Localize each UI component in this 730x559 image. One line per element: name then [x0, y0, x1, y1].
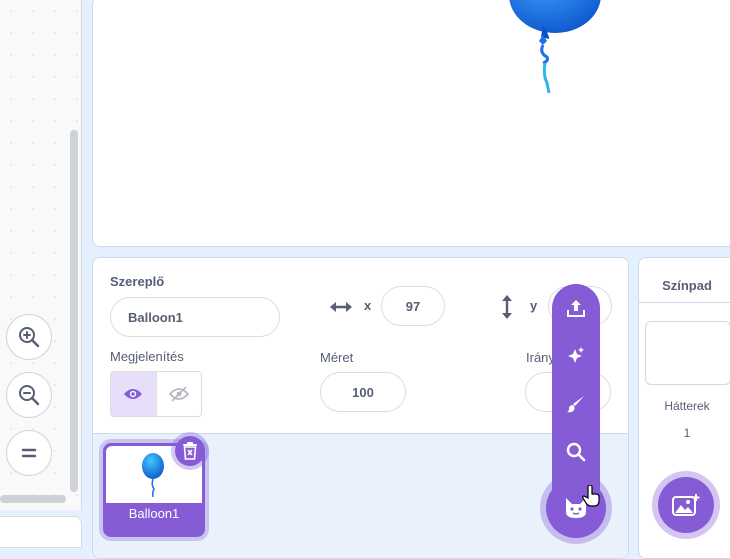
- zoom-out-icon: [19, 385, 40, 406]
- sprite-info-panel: Szereplő Balloon1 x 97 y Megjelenítés Mé…: [93, 258, 628, 434]
- x-label: x: [364, 298, 372, 313]
- horizontal-scrollbar[interactable]: [0, 495, 66, 503]
- zoom-out-button[interactable]: [6, 372, 52, 418]
- hand-cursor-icon: [582, 485, 600, 507]
- upload-sprite-button[interactable]: [552, 284, 600, 332]
- y-label: y: [530, 298, 538, 313]
- backpack-panel: [0, 516, 82, 548]
- vertical-scrollbar[interactable]: [70, 130, 78, 492]
- hide-button[interactable]: [156, 372, 201, 416]
- y-arrows-icon: [502, 295, 512, 319]
- balloon-thumbnail-image: [142, 453, 164, 498]
- zoom-in-button[interactable]: [6, 314, 52, 360]
- delete-sprite-button[interactable]: [175, 436, 205, 466]
- sprite-name-input[interactable]: Balloon1: [110, 297, 280, 337]
- stage-pane-divider: [638, 302, 730, 303]
- search-sprite-button[interactable]: [552, 428, 600, 476]
- zoom-reset-icon: [21, 448, 37, 458]
- x-arrows-icon: [330, 302, 352, 312]
- backdrops-count: 1: [683, 426, 691, 440]
- paintbrush-icon: [567, 396, 584, 413]
- zoom-in-icon: [19, 327, 40, 348]
- sprite-heading: Szereplő: [110, 274, 165, 289]
- backdrops-label: Hátterek: [664, 399, 710, 413]
- visibility-toggle: [110, 371, 202, 417]
- size-input[interactable]: 100: [320, 372, 406, 412]
- show-label: Megjelenítés: [110, 349, 184, 364]
- x-position-input[interactable]: 97: [381, 286, 445, 326]
- eye-hidden-icon: [168, 386, 189, 402]
- upload-icon: [567, 300, 585, 317]
- eye-icon: [124, 389, 143, 399]
- search-icon: [566, 442, 586, 462]
- sparkle-icon: [568, 347, 584, 363]
- surprise-sprite-button[interactable]: [552, 332, 600, 380]
- direction-label: Irány: [526, 350, 555, 365]
- image-add-icon: [672, 494, 700, 516]
- choose-backdrop-button[interactable]: [658, 477, 714, 533]
- show-button[interactable]: [111, 372, 157, 416]
- size-label: Méret: [320, 350, 354, 365]
- trash-icon: [183, 442, 197, 460]
- zoom-reset-button[interactable]: [6, 430, 52, 476]
- backdrop-thumbnail[interactable]: [645, 321, 730, 385]
- balloon-sprite-image[interactable]: [503, 0, 613, 97]
- paint-sprite-button[interactable]: [552, 380, 600, 428]
- stage-canvas[interactable]: [92, 0, 730, 247]
- stage-title: Színpad: [662, 278, 712, 293]
- sprite-tile-name: Balloon1: [128, 506, 180, 521]
